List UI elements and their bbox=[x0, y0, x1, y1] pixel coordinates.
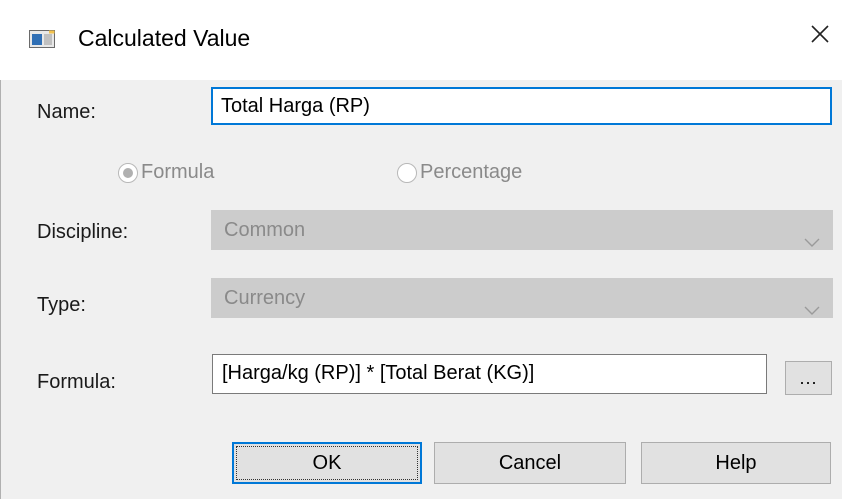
ok-button[interactable]: OK bbox=[232, 442, 422, 484]
title-bar[interactable]: Calculated Value bbox=[0, 0, 842, 80]
radio-percentage-label: Percentage bbox=[420, 161, 523, 183]
formula-browse-label: ... bbox=[799, 367, 818, 388]
help-button[interactable]: Help bbox=[641, 442, 831, 484]
name-input[interactable]: Total Harga (RP) bbox=[211, 87, 832, 125]
radio-percentage-circle bbox=[397, 162, 417, 183]
dialog-body: Name: Total Harga (RP) Formula Percentag… bbox=[1, 80, 842, 499]
ok-focus-ring bbox=[236, 446, 418, 480]
help-label: Help bbox=[715, 451, 757, 474]
name-label: Name: bbox=[37, 101, 96, 123]
radio-formula-circle bbox=[118, 162, 138, 183]
window-title: Calculated Value bbox=[78, 25, 251, 51]
radio-formula[interactable]: Formula bbox=[118, 161, 214, 184]
formula-browse-button[interactable]: ... bbox=[785, 361, 832, 395]
cancel-label: Cancel bbox=[498, 451, 562, 474]
chevron-down-icon bbox=[804, 291, 820, 315]
window-icon bbox=[29, 30, 55, 48]
discipline-value: Common bbox=[224, 219, 306, 241]
type-value: Currency bbox=[224, 287, 306, 309]
formula-label: Formula: bbox=[37, 371, 116, 393]
close-button[interactable] bbox=[804, 20, 836, 52]
discipline-label: Discipline: bbox=[37, 221, 129, 243]
radio-formula-dot bbox=[123, 167, 133, 178]
discipline-select[interactable]: Common bbox=[211, 210, 833, 250]
formula-input[interactable]: [Harga/kg (RP)] * [Total Berat (KG)] bbox=[212, 354, 767, 394]
chevron-down-icon bbox=[804, 223, 820, 247]
type-label: Type: bbox=[37, 294, 86, 316]
close-icon bbox=[810, 24, 830, 49]
radio-formula-label: Formula bbox=[141, 161, 215, 183]
radio-percentage[interactable]: Percentage bbox=[397, 161, 522, 184]
type-select[interactable]: Currency bbox=[211, 278, 833, 318]
cancel-button[interactable]: Cancel bbox=[434, 442, 626, 484]
